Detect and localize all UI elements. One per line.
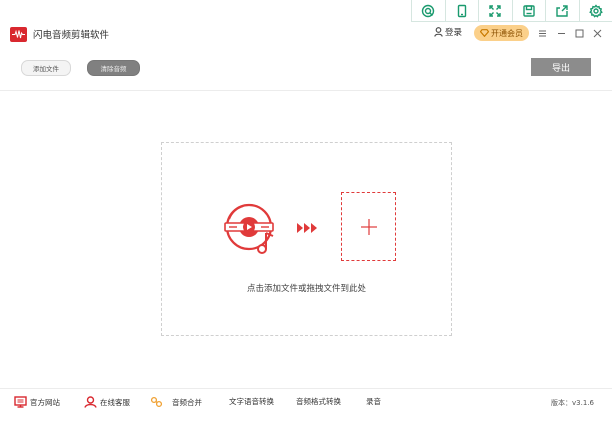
title-bar: 闪电音频剪辑软件 登录 开通会员 xyxy=(0,22,612,46)
audio-merge-link[interactable]: 音频合并 xyxy=(150,396,202,408)
forward-arrows-icon xyxy=(297,223,317,233)
login-button[interactable]: 登录 xyxy=(434,26,462,38)
maximize-button[interactable] xyxy=(573,27,585,39)
header-divider xyxy=(0,90,612,91)
menu-button[interactable] xyxy=(536,27,548,39)
merge-icon xyxy=(150,396,163,408)
phone-icon xyxy=(457,4,466,17)
minimize-button[interactable] xyxy=(555,27,567,39)
vip-label: 开通会员 xyxy=(491,28,523,38)
search-circle-icon xyxy=(422,4,435,17)
minimize-icon xyxy=(557,32,565,34)
phone-tool-button[interactable] xyxy=(446,0,479,21)
action-bar: 添加文件 清除音频 导出 xyxy=(0,56,612,82)
plus-icon xyxy=(360,218,377,235)
close-button[interactable] xyxy=(591,27,603,39)
text-speech-convert-link[interactable]: 文字语音转换 xyxy=(229,396,274,407)
drop-hint-text: 点击添加文件或拖拽文件到此处 xyxy=(246,284,366,294)
official-website-link[interactable]: 官方网站 xyxy=(14,396,60,408)
online-support-label: 在线客服 xyxy=(100,397,130,407)
expand-icon xyxy=(489,4,501,17)
maximize-icon xyxy=(575,29,583,37)
clear-audio-button[interactable]: 清除音频 xyxy=(87,60,140,76)
menu-icon xyxy=(538,30,546,36)
floating-toolbar xyxy=(411,0,612,22)
recording-link[interactable]: 录音 xyxy=(366,396,381,407)
waveform-icon xyxy=(12,30,25,39)
footer-divider xyxy=(0,388,612,389)
close-icon xyxy=(593,29,601,37)
user-icon xyxy=(84,396,97,408)
footer-bar: 官方网站 在线客服 音频合并 文字语音转换 音频格式转换 录音 版本：v3.1.… xyxy=(0,394,612,412)
audio-disc-icon xyxy=(224,203,274,254)
audio-merge-label: 音频合并 xyxy=(172,397,202,407)
save-icon xyxy=(523,4,535,17)
official-website-label: 官方网站 xyxy=(30,397,60,407)
recording-label: 录音 xyxy=(366,397,381,406)
online-support-link[interactable]: 在线客服 xyxy=(84,396,130,408)
version-text: 版本：v3.1.6 xyxy=(551,399,594,407)
monitor-icon xyxy=(14,396,27,408)
share-tool-button[interactable] xyxy=(546,0,580,21)
diamond-icon xyxy=(480,29,489,37)
gear-icon xyxy=(588,3,603,18)
text-speech-convert-label: 文字语音转换 xyxy=(229,397,274,406)
audio-format-convert-link[interactable]: 音频格式转换 xyxy=(296,396,341,407)
app-logo xyxy=(10,27,27,42)
add-file-box[interactable] xyxy=(341,192,396,261)
export-button[interactable]: 导出 xyxy=(531,58,591,76)
search-tool-button[interactable] xyxy=(412,0,446,21)
fullscreen-tool-button[interactable] xyxy=(479,0,513,21)
save-tool-button[interactable] xyxy=(513,0,546,21)
audio-format-convert-label: 音频格式转换 xyxy=(296,397,341,406)
app-title: 闪电音频剪辑软件 xyxy=(33,30,110,41)
add-file-button[interactable]: 添加文件 xyxy=(21,60,71,76)
user-icon xyxy=(434,27,443,37)
vip-button[interactable]: 开通会员 xyxy=(474,25,529,41)
settings-tool-button[interactable] xyxy=(580,0,612,21)
login-label: 登录 xyxy=(445,28,463,38)
share-icon xyxy=(556,4,568,17)
file-drop-zone[interactable]: 点击添加文件或拖拽文件到此处 xyxy=(161,142,452,336)
